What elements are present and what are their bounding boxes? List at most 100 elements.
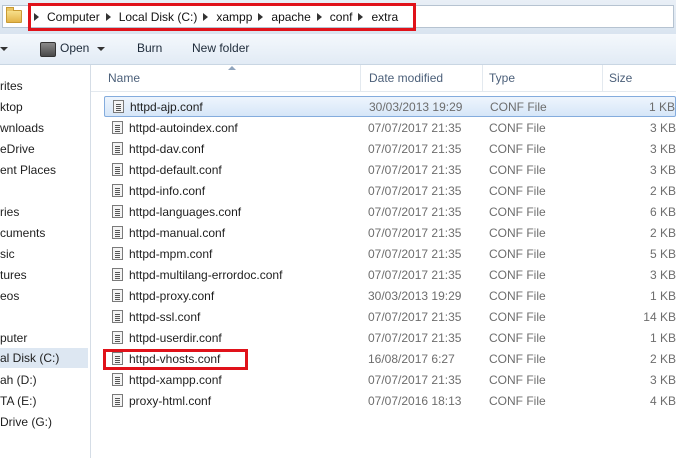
column-type[interactable]: Type (489, 71, 515, 85)
file-type: CONF File (489, 226, 546, 240)
file-row[interactable]: httpd-ssl.conf 07/07/2017 21:35 CONF Fil… (104, 307, 676, 328)
column-size[interactable]: Size (609, 71, 632, 85)
file-type: CONF File (489, 352, 546, 366)
column-divider[interactable] (360, 65, 361, 91)
nav-item-local-disk[interactable]: al Disk (C:) (0, 348, 59, 368)
file-size: 2 KB (649, 184, 676, 198)
new-folder-button[interactable]: New folder (192, 41, 249, 55)
nav-item-recent-places[interactable]: ent Places (0, 160, 56, 180)
file-row[interactable]: httpd-userdir.conf 07/07/2017 21:35 CONF… (104, 328, 676, 349)
file-type: CONF File (489, 121, 546, 135)
column-date-modified[interactable]: Date modified (369, 71, 443, 85)
address-bar: Computer Local Disk (C:) xampp apache co… (0, 0, 676, 35)
file-type: CONF File (489, 268, 546, 282)
file-type: CONF File (489, 310, 546, 324)
conf-file-icon (112, 289, 123, 302)
folder-icon (6, 7, 22, 23)
file-name: httpd-info.conf (129, 184, 206, 198)
file-size: 1 KB (649, 289, 676, 303)
file-date: 07/07/2017 21:35 (368, 268, 462, 282)
file-name: httpd-mpm.conf (129, 247, 213, 261)
chevron-right-icon[interactable] (34, 13, 39, 21)
chevron-right-icon[interactable] (258, 13, 264, 21)
file-row[interactable]: httpd-manual.conf 07/07/2017 21:35 CONF … (104, 223, 676, 244)
nav-item-videos[interactable]: eos (0, 286, 19, 306)
file-row[interactable]: httpd-autoindex.conf 07/07/2017 21:35 CO… (104, 118, 676, 139)
navigation-pane: rites ktop wnloads eDrive ent Places rie… (0, 65, 91, 458)
file-date: 07/07/2017 21:35 (368, 331, 462, 345)
file-size: 6 KB (649, 205, 676, 219)
chevron-right-icon[interactable] (316, 13, 322, 21)
nav-item-onedrive[interactable]: eDrive (0, 139, 35, 159)
file-name: httpd-default.conf (129, 163, 222, 177)
file-name: httpd-multilang-errordoc.conf (129, 268, 283, 282)
file-type: CONF File (489, 184, 546, 198)
nav-item-drive-d[interactable]: ah (D:) (0, 370, 37, 390)
nav-item-pictures[interactable]: tures (0, 265, 27, 285)
file-date: 07/07/2017 21:35 (368, 373, 462, 387)
organize-dropdown-arrow[interactable] (0, 41, 8, 55)
breadcrumb-xampp[interactable]: xampp (216, 10, 252, 24)
file-row[interactable]: httpd-proxy.conf 30/03/2013 19:29 CONF F… (104, 286, 676, 307)
file-row[interactable]: httpd-multilang-errordoc.conf 07/07/2017… (104, 265, 676, 286)
file-size: 2 KB (649, 226, 676, 240)
file-date: 16/08/2017 6:27 (368, 352, 455, 366)
file-date: 07/07/2016 18:13 (368, 394, 462, 408)
conf-file-icon (112, 163, 123, 176)
nav-item-desktop[interactable]: ktop (0, 97, 23, 117)
chevron-right-icon[interactable] (105, 13, 111, 21)
open-button[interactable]: Open (60, 41, 106, 55)
burn-button[interactable]: Burn (137, 41, 162, 55)
file-row[interactable]: httpd-info.conf 07/07/2017 21:35 CONF Fi… (104, 181, 676, 202)
nav-item-downloads[interactable]: wnloads (0, 118, 44, 138)
file-name: httpd-userdir.conf (129, 331, 222, 345)
breadcrumb-conf[interactable]: conf (330, 10, 353, 24)
file-date: 07/07/2017 21:35 (368, 163, 462, 177)
nav-item-libraries[interactable]: ries (0, 202, 19, 222)
conf-file-icon (112, 247, 123, 260)
nav-item-favorites[interactable]: rites (0, 76, 23, 96)
nav-item-computer[interactable]: puter (0, 328, 27, 348)
file-row-selected[interactable]: httpd-ajp.conf 30/03/2013 19:29 CONF Fil… (104, 96, 676, 117)
file-date: 07/07/2017 21:35 (368, 121, 462, 135)
sort-ascending-icon (228, 66, 236, 70)
file-size: 5 KB (649, 247, 676, 261)
file-row[interactable]: proxy-html.conf 07/07/2016 18:13 CONF Fi… (104, 391, 676, 412)
file-row[interactable]: httpd-dav.conf 07/07/2017 21:35 CONF Fil… (104, 139, 676, 160)
breadcrumb-computer[interactable]: Computer (47, 10, 100, 24)
nav-item-documents[interactable]: cuments (0, 223, 45, 243)
file-size: 1 KB (648, 100, 675, 114)
file-type: CONF File (489, 394, 546, 408)
breadcrumb-local-disk[interactable]: Local Disk (C:) (119, 10, 198, 24)
file-name: httpd-xampp.conf (129, 373, 222, 387)
file-name: httpd-manual.conf (129, 226, 226, 240)
file-type: CONF File (490, 100, 547, 114)
file-row-vhosts[interactable]: httpd-vhosts.conf 16/08/2017 6:27 CONF F… (104, 349, 676, 370)
chevron-down-icon (97, 46, 106, 51)
conf-file-icon (112, 142, 123, 155)
chevron-right-icon[interactable] (358, 13, 364, 21)
column-name[interactable]: Name (108, 71, 140, 85)
file-name: httpd-proxy.conf (129, 289, 215, 303)
file-size: 1 KB (649, 331, 676, 345)
file-size: 3 KB (649, 268, 676, 282)
column-divider[interactable] (482, 65, 483, 91)
breadcrumb-apache[interactable]: apache (271, 10, 310, 24)
chevron-right-icon[interactable] (203, 13, 209, 21)
conf-file-icon (112, 226, 123, 239)
file-row[interactable]: httpd-mpm.conf 07/07/2017 21:35 CONF Fil… (104, 244, 676, 265)
file-row[interactable]: httpd-xampp.conf 07/07/2017 21:35 CONF F… (104, 370, 676, 391)
file-name: httpd-ajp.conf (130, 100, 203, 114)
nav-item-drive-g[interactable]: Drive (G:) (0, 412, 52, 432)
column-divider[interactable] (602, 65, 603, 91)
file-date: 07/07/2017 21:35 (368, 226, 462, 240)
nav-item-drive-e[interactable]: TA (E:) (0, 391, 36, 411)
nav-item-music[interactable]: sic (0, 244, 15, 264)
breadcrumb-extra[interactable]: extra (371, 10, 398, 24)
file-row[interactable]: httpd-languages.conf 07/07/2017 21:35 CO… (104, 202, 676, 223)
file-row[interactable]: httpd-default.conf 07/07/2017 21:35 CONF… (104, 160, 676, 181)
file-date: 30/03/2013 19:29 (368, 289, 462, 303)
conf-file-icon (112, 121, 123, 134)
file-type: CONF File (489, 205, 546, 219)
file-size: 4 KB (649, 394, 676, 408)
